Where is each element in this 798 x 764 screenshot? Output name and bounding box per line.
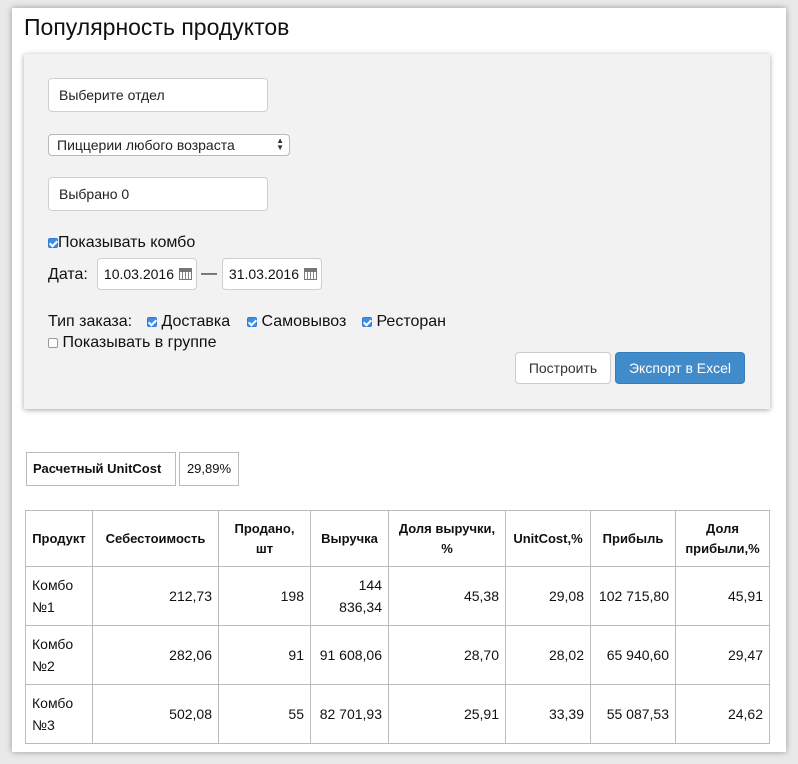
- order-type-restaurant[interactable]: Ресторан: [362, 313, 446, 331]
- products-table: Продукт Себестоимость Продано, шт Выручк…: [25, 510, 770, 744]
- column-header: Продано, шт: [218, 510, 311, 567]
- filter-panel: Выберите отдел Пиццерии любого возраста …: [24, 54, 770, 409]
- table-cell: 198: [218, 566, 311, 626]
- calendar-icon[interactable]: [179, 268, 192, 280]
- pickup-checkbox[interactable]: [247, 316, 257, 327]
- export-excel-button[interactable]: Экспорт в Excel: [615, 352, 745, 384]
- pickup-label: Самовывоз: [261, 313, 347, 330]
- table-cell: 502,08: [92, 684, 219, 744]
- unitcost-label: Расчетный UnitCost: [26, 452, 176, 486]
- show-in-group-option[interactable]: Показывать в группе: [48, 334, 216, 352]
- table-cell: 55 087,53: [590, 684, 676, 744]
- table-cell: 24,62: [675, 684, 770, 744]
- delivery-label: Доставка: [161, 313, 231, 330]
- show-in-group-checkbox[interactable]: [48, 337, 58, 348]
- date-to-input[interactable]: 31.03.2016: [222, 258, 322, 290]
- page-title: Популярность продуктов: [24, 14, 290, 40]
- unitcost-value: 29,89%: [179, 452, 239, 486]
- table-cell: 91: [218, 625, 311, 685]
- delivery-checkbox[interactable]: [147, 316, 157, 327]
- column-header: UnitCost,%: [505, 510, 591, 567]
- table-cell: 45,91: [675, 566, 770, 626]
- page: Популярность продуктов Выберите отдел Пи…: [12, 8, 786, 752]
- table-cell: Комбо №2: [25, 625, 93, 685]
- table-cell: 82 701,93: [310, 684, 389, 744]
- column-header: Продукт: [25, 510, 93, 567]
- date-from-value: 10.03.2016: [103, 266, 174, 282]
- order-type-label: Тип заказа:: [48, 313, 133, 330]
- table-row: Комбо №2 282,06 91 91 608,06 28,70 28,02…: [25, 625, 770, 685]
- column-header: Прибыль: [590, 510, 676, 567]
- column-header: Себестоимость: [92, 510, 219, 567]
- column-header: Выручка: [310, 510, 389, 567]
- calendar-icon[interactable]: [304, 268, 317, 280]
- table-cell: 144 836,34: [310, 566, 389, 626]
- selected-count-field[interactable]: Выбрано 0: [48, 177, 268, 211]
- order-type-pickup[interactable]: Самовывоз: [247, 313, 346, 331]
- table-header-row: Продукт Себестоимость Продано, шт Выручк…: [25, 510, 770, 567]
- build-button[interactable]: Построить: [515, 352, 611, 384]
- department-selector[interactable]: Выберите отдел: [48, 78, 268, 112]
- table-cell: Комбо №3: [25, 684, 93, 744]
- show-in-group-label: Показывать в группе: [62, 334, 217, 351]
- table-cell: 33,39: [505, 684, 591, 744]
- date-separator: —: [201, 265, 217, 282]
- restaurant-label: Ресторан: [376, 313, 446, 330]
- pizzeria-select[interactable]: Пиццерии любого возраста ▲ ▼: [48, 134, 290, 156]
- order-type-delivery[interactable]: Доставка: [147, 313, 230, 331]
- table-cell: 282,06: [92, 625, 219, 685]
- table-cell: 212,73: [92, 566, 219, 626]
- show-combo-label: Показывать комбо: [58, 234, 196, 251]
- date-to-value: 31.03.2016: [228, 266, 299, 282]
- table-cell: 25,91: [388, 684, 506, 744]
- table-cell: 45,38: [388, 566, 506, 626]
- column-header: Доля выручки, %: [388, 510, 506, 567]
- select-arrows-icon: ▲ ▼: [276, 136, 284, 152]
- table-cell: 91 608,06: [310, 625, 389, 685]
- column-header: Доля прибыли,%: [675, 510, 770, 567]
- table-cell: Комбо №1: [25, 566, 93, 626]
- table-cell: 28,70: [388, 625, 506, 685]
- table-cell: 102 715,80: [590, 566, 676, 626]
- table-cell: 29,47: [675, 625, 770, 685]
- date-label: Дата:: [48, 266, 88, 283]
- table-cell: 55: [218, 684, 311, 744]
- table-cell: 28,02: [505, 625, 591, 685]
- restaurant-checkbox[interactable]: [362, 316, 372, 327]
- show-combo-option[interactable]: Показывать комбо: [48, 234, 195, 252]
- table-row: Комбо №1 212,73 198 144 836,34 45,38 29,…: [25, 566, 770, 626]
- table-cell: 65 940,60: [590, 625, 676, 685]
- table-cell: 29,08: [505, 566, 591, 626]
- show-combo-checkbox[interactable]: [48, 237, 58, 248]
- pizzeria-select-value: Пиццерии любого возраста: [57, 137, 235, 153]
- date-from-input[interactable]: 10.03.2016: [97, 258, 197, 290]
- table-row: Комбо №3 502,08 55 82 701,93 25,91 33,39…: [25, 684, 770, 744]
